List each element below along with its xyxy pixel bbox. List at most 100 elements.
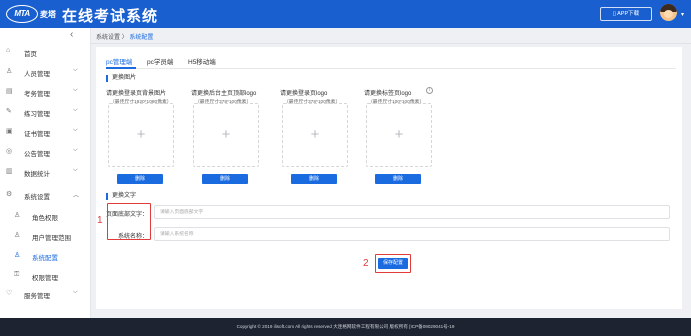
upload-login-background: 请更换登录页背景图片 （最佳尺寸1920*1080像素） + 删除 xyxy=(106,88,176,184)
sidebar: ‹ ⌂ 首页 ♙ 人员管理 ⌵ ▤ 考务管理 ⌵ ✎ 练习管理 ⌵ ▣ 证书管理… xyxy=(0,28,91,318)
upload-dropzone[interactable]: + xyxy=(193,103,259,167)
annotation-marker-2: 2 xyxy=(363,258,369,269)
avatar-face xyxy=(664,10,673,18)
scope-icon: ♙ xyxy=(14,232,21,239)
tab-h5-mobile[interactable]: H5移动端 xyxy=(188,56,216,66)
breadcrumb-separator: 〉 xyxy=(121,35,128,41)
sidebar-item-home[interactable]: ⌂ 首页 xyxy=(0,42,91,62)
sidebar-item-certificate[interactable]: ▣ 证书管理 ⌵ xyxy=(0,122,91,142)
info-icon[interactable]: i xyxy=(426,87,433,94)
sidebar-item-label: 公告管理 xyxy=(24,151,50,158)
service-icon: ♡ xyxy=(6,290,13,297)
upload-tab-logo: 请更换标签页logo （最佳尺寸100*100像素） + 删除 xyxy=(364,88,434,184)
delete-button[interactable]: 删除 xyxy=(202,174,248,184)
sidebar-item-system-config[interactable]: ♙ 系统配置 xyxy=(0,246,91,266)
sidebar-item-personnel[interactable]: ♙ 人员管理 ⌵ xyxy=(0,62,91,82)
upload-admin-header-logo: 请更换后台主页顶部logo （最佳尺寸378*100像素） + 删除 xyxy=(191,88,261,184)
exam-icon: ▤ xyxy=(6,88,13,95)
stats-icon: ▥ xyxy=(6,168,13,175)
chevron-down-icon: ⌵ xyxy=(73,167,78,173)
certificate-icon: ▣ xyxy=(6,128,13,135)
app-title: 在线考试系统 xyxy=(62,8,159,25)
annotation-box-fields xyxy=(107,203,151,240)
sidebar-item-label: 首页 xyxy=(24,51,37,58)
chevron-down-icon: ⌵ xyxy=(73,147,78,153)
config-icon: ♙ xyxy=(14,252,21,259)
avatar[interactable] xyxy=(660,4,677,21)
sidebar-item-role-permission[interactable]: ♙ 角色权限 xyxy=(0,206,91,226)
section-title-images: 更换图片 xyxy=(106,75,136,82)
home-icon: ⌂ xyxy=(6,47,11,54)
chevron-down-icon: ⌵ xyxy=(73,107,78,113)
sidebar-item-notice[interactable]: ◎ 公告管理 ⌵ xyxy=(0,142,91,162)
sidebar-item-label: 系统配置 xyxy=(32,255,58,262)
plus-icon: + xyxy=(310,126,320,143)
sidebar-item-permission-management[interactable]: ⚿ 权限管理 xyxy=(0,266,91,286)
sidebar-item-label: 系统设置 xyxy=(24,194,50,201)
permission-icon: ⚿ xyxy=(14,271,20,278)
sidebar-item-service[interactable]: ♡ 服务管理 ⌵ xyxy=(0,284,91,304)
breadcrumb-parent[interactable]: 系统设置 xyxy=(96,35,120,41)
upload-dropzone[interactable]: + xyxy=(282,103,348,167)
logo: MTA 麦塔 xyxy=(6,5,58,23)
save-config-button[interactable]: 保存配置 xyxy=(378,258,408,269)
sidebar-item-label: 练习管理 xyxy=(24,111,50,118)
delete-button[interactable]: 删除 xyxy=(117,174,163,184)
chevron-down-icon: ⌵ xyxy=(73,289,78,295)
breadcrumb-divider xyxy=(91,43,691,44)
tab-pc-student[interactable]: pc学员端 xyxy=(147,56,173,66)
sidebar-item-exam[interactable]: ▤ 考务管理 ⌵ xyxy=(0,82,91,102)
sidebar-item-label: 人员管理 xyxy=(24,71,50,78)
breadcrumb-current: 系统配置 xyxy=(129,35,154,41)
delete-button[interactable]: 删除 xyxy=(375,174,421,184)
active-tab-indicator xyxy=(106,67,136,69)
page-footer: Copyright © 2019 ilisoft.com All rights … xyxy=(0,318,691,336)
chevron-up-icon: ︿ xyxy=(73,193,80,199)
logo-text: 麦塔 xyxy=(40,10,56,19)
app-download-label: APP下载 xyxy=(617,11,640,17)
notice-icon: ◎ xyxy=(6,148,13,155)
app-download-button[interactable]: ▯ APP下载 xyxy=(600,7,652,21)
practice-icon: ✎ xyxy=(6,108,12,115)
sidebar-item-label: 证书管理 xyxy=(24,131,50,138)
config-panel: pc管理端 pc学员端 H5移动端 更换图片 请更换登录页背景图片 （最佳尺寸1… xyxy=(96,47,682,309)
upload-dropzone[interactable]: + xyxy=(108,103,174,167)
user-icon: ♙ xyxy=(6,68,13,75)
tab-pc-admin[interactable]: pc管理端 xyxy=(106,56,132,66)
upload-login-logo: 请更换登录页logo （最佳尺寸378*100像素） + 删除 xyxy=(280,88,350,184)
collapse-sidebar-icon[interactable]: ‹ xyxy=(70,29,73,40)
role-icon: ♙ xyxy=(14,212,21,219)
sidebar-item-user-scope[interactable]: ♙ 用户管理范围 xyxy=(0,226,91,246)
delete-button[interactable]: 删除 xyxy=(291,174,337,184)
chevron-down-icon: ⌵ xyxy=(73,127,78,133)
chevron-down-icon: ⌵ xyxy=(73,67,78,73)
annotation-marker-1: 1 xyxy=(97,215,103,226)
upload-dropzone[interactable]: + xyxy=(366,103,432,167)
breadcrumb: 系统设置 〉 系统配置 xyxy=(96,32,153,41)
logo-mark: MTA xyxy=(6,5,38,23)
sidebar-item-label: 考务管理 xyxy=(24,91,50,98)
sidebar-item-label: 数据统计 xyxy=(24,171,50,178)
sidebar-item-system-settings[interactable]: ⚙ 系统设置 ︿ xyxy=(0,185,91,205)
upload-title: 请更换后台主页顶部logo xyxy=(191,91,257,97)
user-menu-caret-icon[interactable]: ▾ xyxy=(681,11,684,18)
plus-icon: + xyxy=(221,126,231,143)
plus-icon: + xyxy=(394,126,404,143)
settings-icon: ⚙ xyxy=(6,191,13,198)
tab-divider xyxy=(106,68,676,69)
upload-title: 请更换登录页logo xyxy=(280,91,328,97)
sidebar-item-label: 服务管理 xyxy=(24,293,50,300)
sidebar-item-label: 角色权限 xyxy=(32,215,58,222)
sidebar-item-stats[interactable]: ▥ 数据统计 ⌵ xyxy=(0,162,91,182)
upload-title: 请更换登录页背景图片 xyxy=(106,91,167,97)
upload-title: 请更换标签页logo xyxy=(364,91,412,97)
plus-icon: + xyxy=(136,126,146,143)
sidebar-item-label: 用户管理范围 xyxy=(32,235,71,242)
system-name-input[interactable] xyxy=(154,227,670,241)
footer-text-input[interactable] xyxy=(154,205,670,219)
section-title-text: 更换文字 xyxy=(106,193,136,200)
sidebar-item-label: 权限管理 xyxy=(32,275,58,282)
top-bar: MTA 麦塔 在线考试系统 ▯ APP下载 ▾ xyxy=(0,0,691,28)
sidebar-item-practice[interactable]: ✎ 练习管理 ⌵ xyxy=(0,102,91,122)
chevron-down-icon: ⌵ xyxy=(73,87,78,93)
